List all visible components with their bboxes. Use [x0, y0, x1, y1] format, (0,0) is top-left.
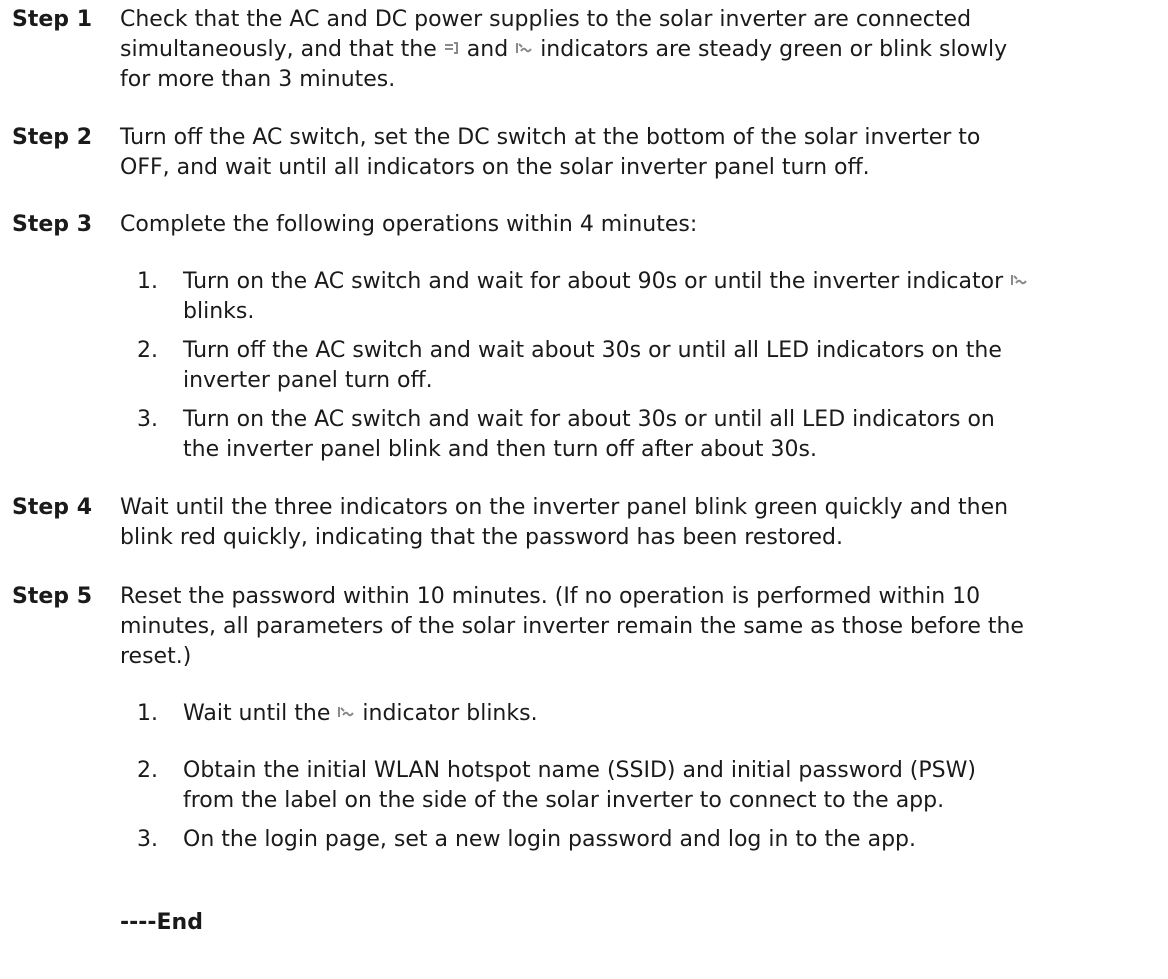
substep-number: 3.	[137, 407, 158, 432]
substep-number: 1.	[137, 269, 158, 294]
substep-line: Turn on the AC switch and wait for about…	[183, 267, 1158, 297]
step-label: Step 4	[12, 495, 92, 520]
step-text: Reset the password within 10 minutes. (I…	[120, 582, 1150, 672]
substep-number: 3.	[137, 827, 158, 852]
step-text: Turn off the AC switch, set the DC switc…	[120, 123, 1150, 183]
substep-number: 2.	[137, 338, 158, 363]
step-text-line: minutes, all parameters of the solar inv…	[120, 614, 1024, 639]
step-text-line: Wait until the three indicators on the i…	[120, 495, 1009, 520]
substep-number: 1.	[137, 701, 158, 726]
inverter-indicator-icon	[337, 705, 355, 719]
grid-indicator-icon	[444, 41, 460, 55]
step-text-line: blink red quickly, indicating that the p…	[120, 525, 844, 550]
inverter-indicator-icon	[1010, 273, 1028, 287]
step-label: Step 5	[12, 584, 92, 609]
substep-text: Wait until the indicator blinks.	[183, 699, 1158, 729]
substep-line: Turn off the AC switch and wait about 30…	[183, 338, 1002, 363]
substep-number: 2.	[137, 758, 158, 783]
step-text-line: reset.)	[120, 644, 192, 669]
text-segment: simultaneously, and that the	[120, 37, 437, 62]
substep-line: blinks.	[183, 299, 255, 324]
substep-line: the inverter panel blink and then turn o…	[183, 437, 818, 462]
step-label: Step 1	[12, 7, 92, 32]
step-text-line: OFF, and wait until all indicators on th…	[120, 155, 870, 180]
substep-text: Obtain the initial WLAN hotspot name (SS…	[183, 756, 1158, 816]
substep-text: Turn off the AC switch and wait about 30…	[183, 336, 1158, 396]
text-segment: indicator blinks.	[362, 701, 538, 726]
step-text: Check that the AC and DC power supplies …	[120, 5, 1150, 95]
substep-line: Wait until the indicator blinks.	[183, 699, 1158, 729]
inverter-indicator-icon	[515, 41, 533, 55]
step-label: Step 3	[12, 212, 92, 237]
text-segment: Turn on the AC switch and wait for about…	[183, 269, 1004, 294]
substep-line: Turn on the AC switch and wait for about…	[183, 407, 995, 432]
end-mark: ----End	[120, 910, 203, 935]
substep-text: On the login page, set a new login passw…	[183, 825, 1158, 855]
text-segment: indicators are steady green or blink slo…	[540, 37, 1008, 62]
substep-line: On the login page, set a new login passw…	[183, 827, 916, 852]
substep-line: inverter panel turn off.	[183, 368, 433, 393]
step-1-line-1: Check that the AC and DC power supplies …	[120, 7, 972, 32]
substep-text: Turn on the AC switch and wait for about…	[183, 267, 1158, 327]
text-segment: Wait until the	[183, 701, 331, 726]
substep-line: from the label on the side of the solar …	[183, 788, 945, 813]
substep-line: Obtain the initial WLAN hotspot name (SS…	[183, 758, 976, 783]
substep-text: Turn on the AC switch and wait for about…	[183, 405, 1158, 465]
step-label: Step 2	[12, 125, 92, 150]
step-text-line: Reset the password within 10 minutes. (I…	[120, 584, 981, 609]
step-1-line-2: simultaneously, and that the and indicat…	[120, 35, 1150, 65]
step-text: Complete the following operations within…	[120, 212, 698, 237]
step-text: Wait until the three indicators on the i…	[120, 493, 1150, 553]
text-segment: and	[466, 37, 509, 62]
step-1-line-3: for more than 3 minutes.	[120, 67, 396, 92]
step-text-line: Turn off the AC switch, set the DC switc…	[120, 125, 981, 150]
